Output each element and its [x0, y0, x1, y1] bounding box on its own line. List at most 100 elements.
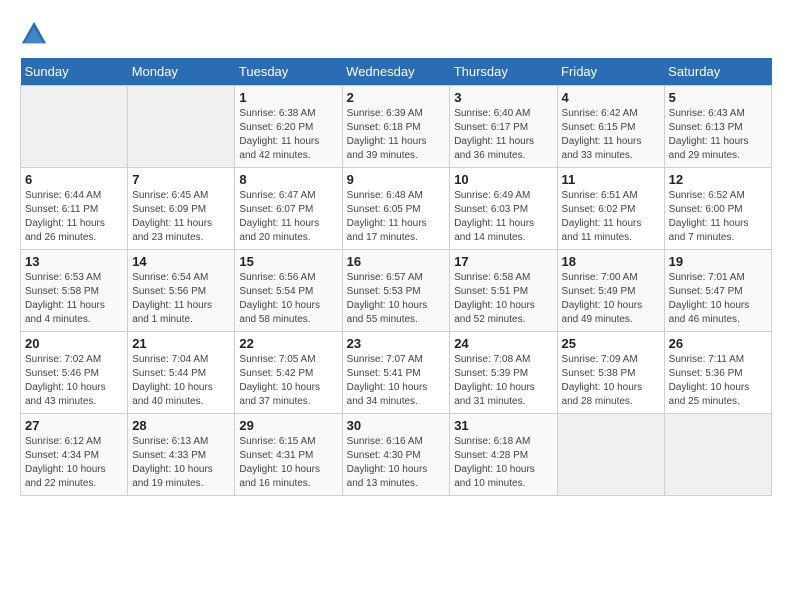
- day-info: Sunrise: 7:00 AM Sunset: 5:49 PM Dayligh…: [562, 271, 660, 327]
- calendar-cell: 10Sunrise: 6:49 AM Sunset: 6:03 PM Dayli…: [450, 168, 557, 250]
- calendar-cell: 19 Sunrise: 7:01 AM Sunset: 5:47 PM Dayli…: [664, 250, 771, 332]
- day-number: 10: [454, 172, 552, 187]
- logo: [20, 20, 52, 48]
- day-info: Sunrise: 7:05 AM Sunset: 5:42 PM Dayligh…: [239, 353, 337, 409]
- day-info: Sunrise: 6:38 AM Sunset: 6:20 PM Dayligh…: [239, 107, 337, 163]
- calendar-cell: 12 Sunrise: 6:52 AM Sunset: 6:00 PM Dayli…: [664, 168, 771, 250]
- day-number: 16: [347, 254, 446, 269]
- day-info: Sunrise: 6:13 AM Sunset: 4:33 PM Dayligh…: [132, 435, 230, 491]
- weekday-header-row: SundayMondayTuesdayWednesdayThursdayFrid…: [21, 58, 772, 86]
- day-info: Sunrise: 6:52 AM Sunset: 6:00 PM Dayligh…: [669, 189, 767, 245]
- calendar-cell: [664, 414, 771, 496]
- calendar-cell: 21 Sunrise: 7:04 AM Sunset: 5:44 PM Dayli…: [128, 332, 235, 414]
- day-number: 5: [669, 90, 767, 105]
- page-header: [20, 20, 772, 48]
- day-number: 9: [347, 172, 446, 187]
- logo-icon: [20, 20, 48, 48]
- calendar-cell: 9Sunrise: 6:48 AM Sunset: 6:05 PM Daylig…: [342, 168, 450, 250]
- day-number: 18: [562, 254, 660, 269]
- day-number: 6: [25, 172, 123, 187]
- day-info: Sunrise: 7:04 AM Sunset: 5:44 PM Dayligh…: [132, 353, 230, 409]
- day-number: 4: [562, 90, 660, 105]
- day-info: Sunrise: 6:40 AM Sunset: 6:17 PM Dayligh…: [454, 107, 552, 163]
- day-info: Sunrise: 7:08 AM Sunset: 5:39 PM Dayligh…: [454, 353, 552, 409]
- day-number: 28: [132, 418, 230, 433]
- calendar-cell: 2Sunrise: 6:39 AM Sunset: 6:18 PM Daylig…: [342, 86, 450, 168]
- day-number: 13: [25, 254, 123, 269]
- day-number: 8: [239, 172, 337, 187]
- calendar-cell: 6 Sunrise: 6:44 AM Sunset: 6:11 PM Daylig…: [21, 168, 128, 250]
- calendar-cell: 8 Sunrise: 6:47 AM Sunset: 6:07 PM Daylig…: [235, 168, 342, 250]
- calendar-cell: [128, 86, 235, 168]
- calendar-cell: 7Sunrise: 6:45 AM Sunset: 6:09 PM Daylig…: [128, 168, 235, 250]
- day-number: 20: [25, 336, 123, 351]
- day-number: 29: [239, 418, 337, 433]
- day-info: Sunrise: 6:57 AM Sunset: 5:53 PM Dayligh…: [347, 271, 446, 327]
- day-info: Sunrise: 6:16 AM Sunset: 4:30 PM Dayligh…: [347, 435, 446, 491]
- calendar-cell: 31Sunrise: 6:18 AM Sunset: 4:28 PM Dayli…: [450, 414, 557, 496]
- day-info: Sunrise: 6:54 AM Sunset: 5:56 PM Dayligh…: [132, 271, 230, 327]
- day-number: 2: [347, 90, 446, 105]
- day-info: Sunrise: 6:42 AM Sunset: 6:15 PM Dayligh…: [562, 107, 660, 163]
- day-number: 14: [132, 254, 230, 269]
- day-number: 15: [239, 254, 337, 269]
- day-number: 12: [669, 172, 767, 187]
- calendar-cell: 14 Sunrise: 6:54 AM Sunset: 5:56 PM Dayli…: [128, 250, 235, 332]
- calendar-week-row: 6 Sunrise: 6:44 AM Sunset: 6:11 PM Daylig…: [21, 168, 772, 250]
- calendar-cell: 4 Sunrise: 6:42 AM Sunset: 6:15 PM Daylig…: [557, 86, 664, 168]
- day-number: 11: [562, 172, 660, 187]
- day-number: 23: [347, 336, 446, 351]
- day-number: 30: [347, 418, 446, 433]
- calendar-cell: 20 Sunrise: 7:02 AM Sunset: 5:46 PM Dayli…: [21, 332, 128, 414]
- day-info: Sunrise: 7:11 AM Sunset: 5:36 PM Dayligh…: [669, 353, 767, 409]
- calendar-cell: [21, 86, 128, 168]
- day-number: 17: [454, 254, 552, 269]
- calendar-cell: 27 Sunrise: 6:12 AM Sunset: 4:34 PM Dayli…: [21, 414, 128, 496]
- calendar-cell: 23 Sunrise: 7:07 AM Sunset: 5:41 PM Dayli…: [342, 332, 450, 414]
- day-info: Sunrise: 6:15 AM Sunset: 4:31 PM Dayligh…: [239, 435, 337, 491]
- calendar-cell: 29 Sunrise: 6:15 AM Sunset: 4:31 PM Dayli…: [235, 414, 342, 496]
- day-number: 25: [562, 336, 660, 351]
- day-info: Sunrise: 6:44 AM Sunset: 6:11 PM Dayligh…: [25, 189, 123, 245]
- calendar-cell: 22 Sunrise: 7:05 AM Sunset: 5:42 PM Dayli…: [235, 332, 342, 414]
- calendar-week-row: 27 Sunrise: 6:12 AM Sunset: 4:34 PM Dayli…: [21, 414, 772, 496]
- calendar-cell: 18 Sunrise: 7:00 AM Sunset: 5:49 PM Dayli…: [557, 250, 664, 332]
- day-number: 22: [239, 336, 337, 351]
- day-number: 3: [454, 90, 552, 105]
- calendar-cell: 11 Sunrise: 6:51 AM Sunset: 6:02 PM Dayli…: [557, 168, 664, 250]
- calendar-cell: [557, 414, 664, 496]
- day-info: Sunrise: 6:18 AM Sunset: 4:28 PM Dayligh…: [454, 435, 552, 491]
- day-info: Sunrise: 6:56 AM Sunset: 5:54 PM Dayligh…: [239, 271, 337, 327]
- weekday-header-saturday: Saturday: [664, 58, 771, 86]
- weekday-header-monday: Monday: [128, 58, 235, 86]
- day-number: 19: [669, 254, 767, 269]
- day-info: Sunrise: 6:51 AM Sunset: 6:02 PM Dayligh…: [562, 189, 660, 245]
- day-info: Sunrise: 6:53 AM Sunset: 5:58 PM Dayligh…: [25, 271, 123, 327]
- weekday-header-friday: Friday: [557, 58, 664, 86]
- day-info: Sunrise: 6:58 AM Sunset: 5:51 PM Dayligh…: [454, 271, 552, 327]
- calendar-week-row: 1 Sunrise: 6:38 AM Sunset: 6:20 PM Daylig…: [21, 86, 772, 168]
- calendar-cell: 13 Sunrise: 6:53 AM Sunset: 5:58 PM Dayli…: [21, 250, 128, 332]
- day-info: Sunrise: 7:01 AM Sunset: 5:47 PM Dayligh…: [669, 271, 767, 327]
- day-info: Sunrise: 6:47 AM Sunset: 6:07 PM Dayligh…: [239, 189, 337, 245]
- calendar-cell: 30 Sunrise: 6:16 AM Sunset: 4:30 PM Dayli…: [342, 414, 450, 496]
- weekday-header-thursday: Thursday: [450, 58, 557, 86]
- day-number: 7: [132, 172, 230, 187]
- calendar-week-row: 20 Sunrise: 7:02 AM Sunset: 5:46 PM Dayli…: [21, 332, 772, 414]
- calendar-cell: 24 Sunrise: 7:08 AM Sunset: 5:39 PM Dayli…: [450, 332, 557, 414]
- calendar-cell: 5 Sunrise: 6:43 AM Sunset: 6:13 PM Daylig…: [664, 86, 771, 168]
- calendar-cell: 15 Sunrise: 6:56 AM Sunset: 5:54 PM Dayli…: [235, 250, 342, 332]
- calendar-table: SundayMondayTuesdayWednesdayThursdayFrid…: [20, 58, 772, 496]
- day-info: Sunrise: 6:12 AM Sunset: 4:34 PM Dayligh…: [25, 435, 123, 491]
- calendar-week-row: 13 Sunrise: 6:53 AM Sunset: 5:58 PM Dayli…: [21, 250, 772, 332]
- calendar-cell: 26Sunrise: 7:11 AM Sunset: 5:36 PM Dayli…: [664, 332, 771, 414]
- day-number: 1: [239, 90, 337, 105]
- day-number: 27: [25, 418, 123, 433]
- day-info: Sunrise: 7:07 AM Sunset: 5:41 PM Dayligh…: [347, 353, 446, 409]
- calendar-cell: 17 Sunrise: 6:58 AM Sunset: 5:51 PM Dayli…: [450, 250, 557, 332]
- day-number: 24: [454, 336, 552, 351]
- calendar-cell: 28 Sunrise: 6:13 AM Sunset: 4:33 PM Dayli…: [128, 414, 235, 496]
- day-info: Sunrise: 7:02 AM Sunset: 5:46 PM Dayligh…: [25, 353, 123, 409]
- day-info: Sunrise: 6:43 AM Sunset: 6:13 PM Dayligh…: [669, 107, 767, 163]
- day-number: 21: [132, 336, 230, 351]
